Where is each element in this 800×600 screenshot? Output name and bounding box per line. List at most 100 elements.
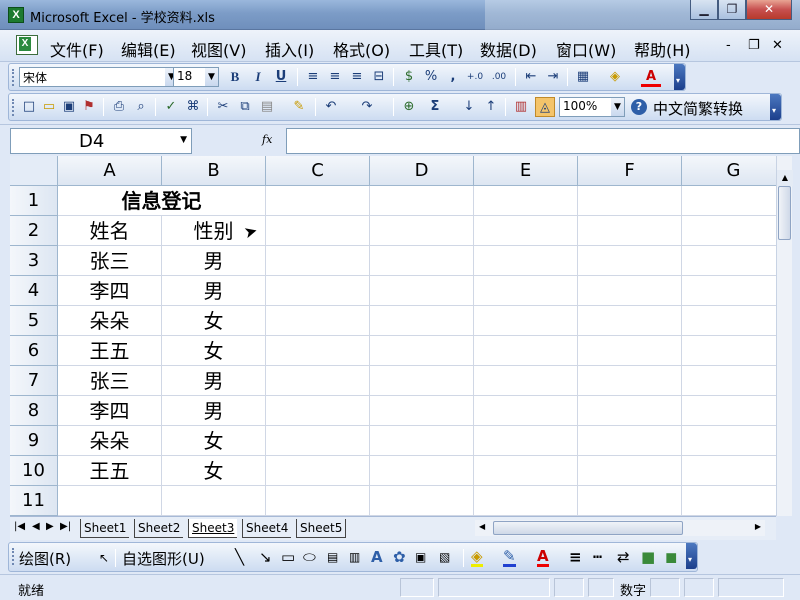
close-button[interactable]: ✕ — [746, 0, 792, 20]
cell-b7[interactable]: 男 — [162, 366, 266, 396]
cell-f7[interactable] — [578, 366, 682, 396]
line-color-icon[interactable]: ✎ — [503, 548, 516, 567]
menu-window[interactable]: 窗口(W) — [556, 37, 616, 61]
cell-d1[interactable] — [370, 186, 474, 216]
row-header-4[interactable]: 4 — [10, 276, 58, 306]
cell-g1[interactable] — [682, 186, 776, 216]
excel-app-icon[interactable]: X — [8, 7, 24, 23]
cell-f10[interactable] — [578, 456, 682, 486]
underline-button[interactable]: U — [271, 67, 291, 87]
column-header-a[interactable]: A — [58, 156, 162, 186]
restore-button[interactable]: ❐ — [718, 0, 746, 20]
cell-d11[interactable] — [370, 486, 474, 516]
copy-icon[interactable]: ⧉ — [235, 97, 255, 117]
cell-c1[interactable] — [266, 186, 370, 216]
column-header-d[interactable]: D — [370, 156, 474, 186]
row-header-6[interactable]: 6 — [10, 336, 58, 366]
row-header-11[interactable]: 11 — [10, 486, 58, 516]
align-right-button[interactable]: ≡ — [347, 67, 367, 87]
cell-f1[interactable] — [578, 186, 682, 216]
column-header-g[interactable]: G — [682, 156, 776, 186]
cell-b10[interactable]: 女 — [162, 456, 266, 486]
new-icon[interactable]: □ — [19, 97, 39, 117]
cell-g5[interactable] — [682, 306, 776, 336]
cell-a2[interactable]: 姓名 — [58, 216, 162, 246]
cell-f8[interactable] — [578, 396, 682, 426]
research-icon[interactable]: ⌘ — [183, 97, 203, 117]
doc-minimize-button[interactable]: - — [726, 38, 731, 53]
row-header-3[interactable]: 3 — [10, 246, 58, 276]
cell-f6[interactable] — [578, 336, 682, 366]
cell-c6[interactable] — [266, 336, 370, 366]
formula-input[interactable] — [286, 128, 800, 154]
column-header-b[interactable]: B — [162, 156, 266, 186]
menu-edit[interactable]: 编辑(E) — [121, 37, 176, 61]
next-sheet-icon[interactable]: ▶ — [46, 521, 54, 532]
cell-a9[interactable]: 朵朵 — [58, 426, 162, 456]
diagram-icon[interactable]: ✿ — [393, 548, 406, 566]
cell-d8[interactable] — [370, 396, 474, 426]
cell-d9[interactable] — [370, 426, 474, 456]
cell-d7[interactable] — [370, 366, 474, 396]
toolbar-options-icon[interactable] — [770, 94, 781, 120]
decrease-decimal-button[interactable]: .00 — [489, 67, 509, 87]
cell-g6[interactable] — [682, 336, 776, 366]
cell-a6[interactable]: 王五 — [58, 336, 162, 366]
cell-b8[interactable]: 男 — [162, 396, 266, 426]
cell-e11[interactable] — [474, 486, 578, 516]
chevron-down-icon[interactable]: ▼ — [611, 98, 624, 116]
row-header-7[interactable]: 7 — [10, 366, 58, 396]
cell-g9[interactable] — [682, 426, 776, 456]
cell-b5[interactable]: 女 — [162, 306, 266, 336]
toolbar-grip[interactable] — [12, 548, 15, 565]
cell-f3[interactable] — [578, 246, 682, 276]
increase-decimal-button[interactable]: +.0 — [465, 67, 485, 87]
last-sheet-icon[interactable]: ▶| — [60, 521, 71, 532]
horizontal-scroll-thumb[interactable] — [493, 521, 683, 535]
menu-tools[interactable]: 工具(T) — [409, 37, 463, 61]
vertical-scroll-thumb[interactable] — [778, 186, 791, 240]
menu-data[interactable]: 数据(D) — [480, 37, 537, 61]
cell-a10[interactable]: 王五 — [58, 456, 162, 486]
sheet-tab-1[interactable]: Sheet1 — [80, 519, 130, 538]
toolbar-grip[interactable] — [12, 69, 15, 86]
chart-wizard-icon[interactable]: ▥ — [511, 97, 531, 117]
horizontal-scrollbar[interactable]: ◀ ▶ — [475, 520, 765, 536]
cell-b3[interactable]: 男 — [162, 246, 266, 276]
cell-f4[interactable] — [578, 276, 682, 306]
cell-e5[interactable] — [474, 306, 578, 336]
cell-c3[interactable] — [266, 246, 370, 276]
save-icon[interactable]: ▣ — [59, 97, 79, 117]
cell-c4[interactable] — [266, 276, 370, 306]
title-cell-merged[interactable]: 信息登记 — [58, 186, 266, 216]
cell-b4[interactable]: 男 — [162, 276, 266, 306]
cell-d6[interactable] — [370, 336, 474, 366]
line-style-icon[interactable]: ≡ — [569, 548, 582, 566]
cell-c9[interactable] — [266, 426, 370, 456]
sort-ascending-icon[interactable]: ↓ — [459, 97, 479, 117]
clipart-icon[interactable]: ▣ — [415, 550, 426, 564]
toolbar-options-icon[interactable] — [686, 543, 697, 569]
cell-c10[interactable] — [266, 456, 370, 486]
cell-e3[interactable] — [474, 246, 578, 276]
cell-c8[interactable] — [266, 396, 370, 426]
font-color-icon[interactable]: A — [537, 548, 549, 567]
worksheet-grid[interactable]: A B C D E F G 1 2 3 4 5 6 7 8 9 10 11 信息… — [10, 156, 776, 516]
cell-a4[interactable]: 李四 — [58, 276, 162, 306]
cell-g4[interactable] — [682, 276, 776, 306]
merge-center-button[interactable]: ⊟ — [369, 67, 389, 87]
fill-color-button[interactable]: ◈ — [605, 67, 625, 87]
menu-view[interactable]: 视图(V) — [191, 37, 246, 61]
borders-button[interactable]: ▦ — [573, 67, 593, 87]
align-left-button[interactable]: ≡ — [303, 67, 323, 87]
name-box[interactable]: D4 ▼ — [10, 128, 192, 154]
percent-button[interactable]: % — [421, 67, 441, 87]
workbook-icon[interactable] — [16, 35, 38, 55]
cell-d3[interactable] — [370, 246, 474, 276]
print-preview-icon[interactable]: ⌕ — [131, 97, 151, 117]
cell-g2[interactable] — [682, 216, 776, 246]
autoshapes-menu-button[interactable]: 自选图形(U) — [122, 548, 205, 569]
undo-icon[interactable]: ↶ — [321, 97, 341, 117]
dash-style-icon[interactable]: ┅ — [593, 548, 602, 566]
menu-file[interactable]: 文件(F) — [50, 37, 104, 61]
